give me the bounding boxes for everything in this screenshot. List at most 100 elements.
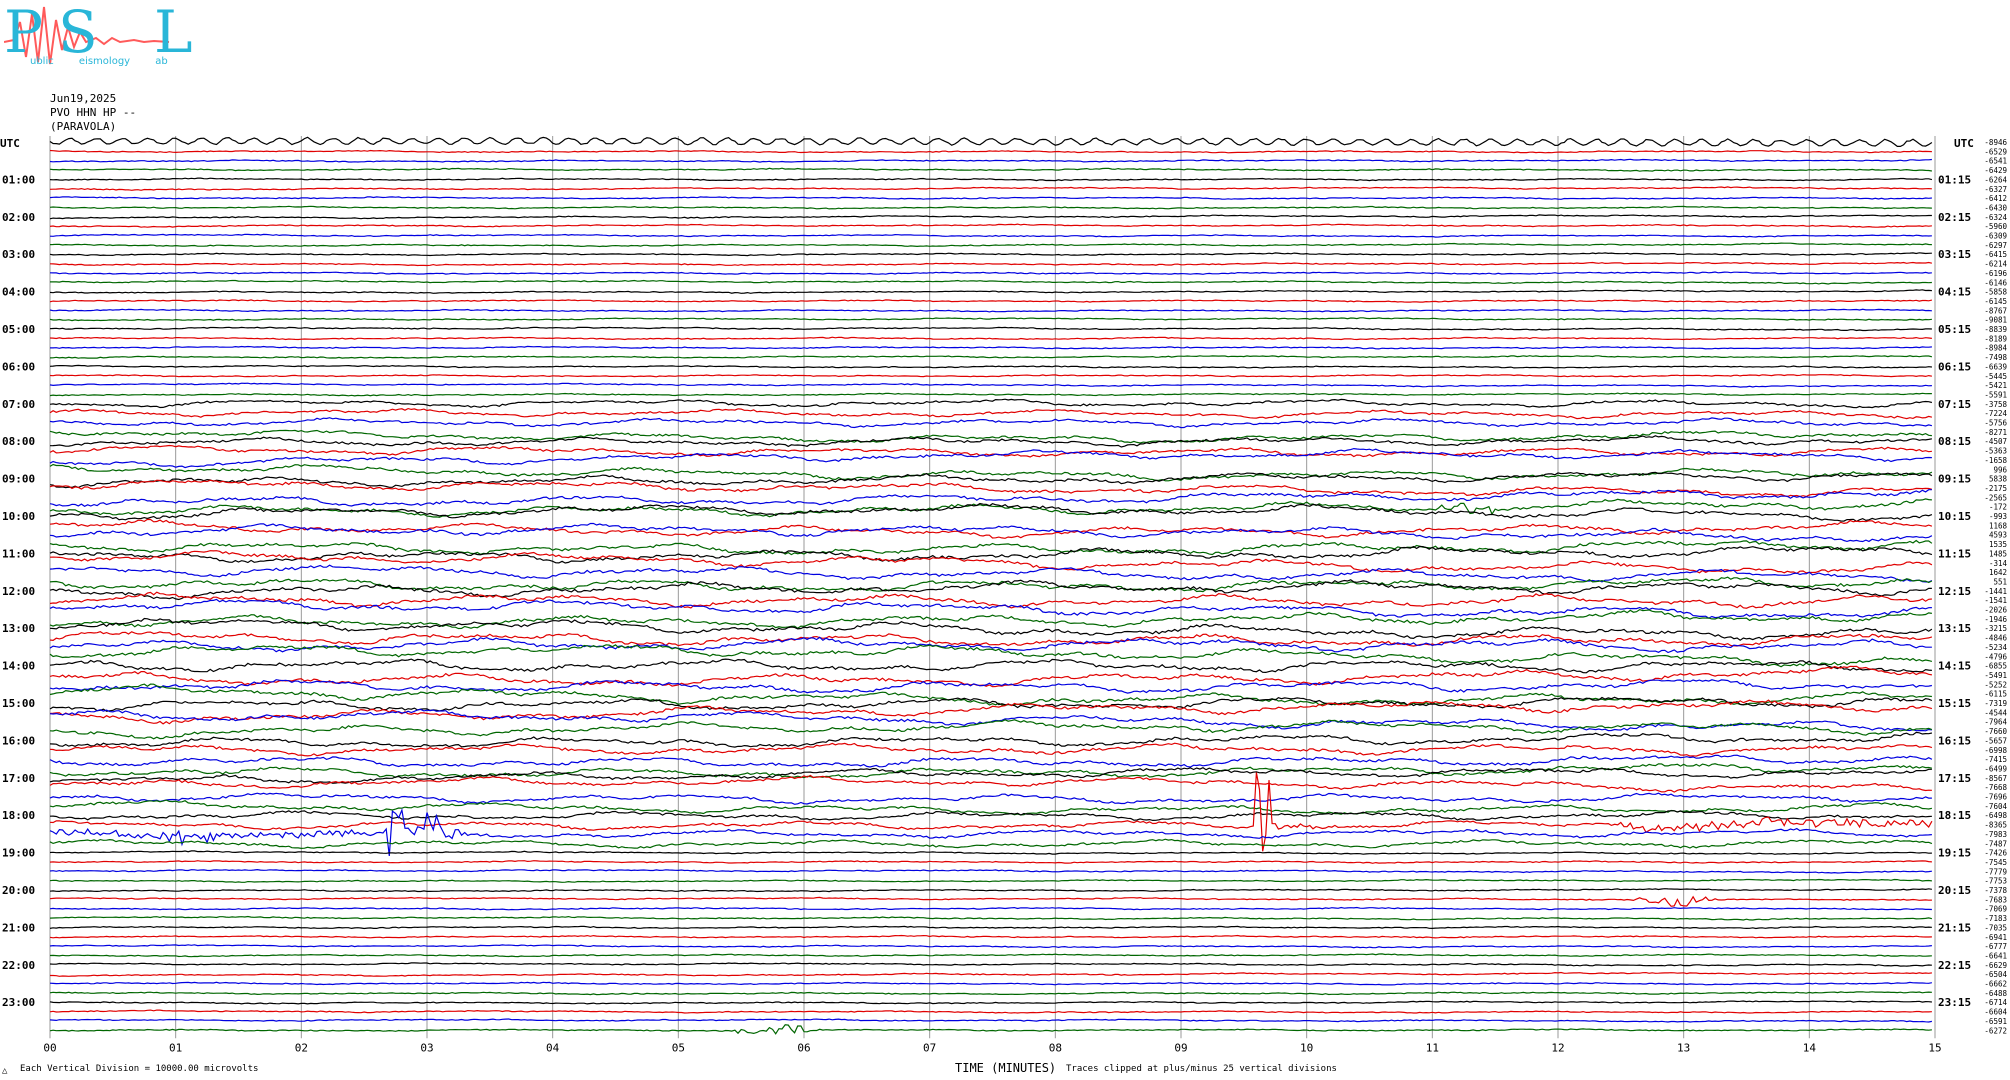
right-hour-label: 11:15 (1938, 547, 1971, 560)
trace-offset-label: -1541 (1984, 596, 2007, 605)
trace-offset-label: -8567 (1984, 774, 2007, 783)
clip-note: Traces clipped at plus/minus 25 vertical… (1066, 1064, 1337, 1074)
right-hour-label: 21:15 (1938, 921, 1971, 934)
trace-offset-label: -6429 (1984, 166, 2007, 175)
seismic-trace (49, 252, 1932, 257)
trace-offset-label: -5491 (1984, 671, 2007, 680)
seismic-trace (49, 991, 1932, 996)
seismic-trace (49, 807, 1932, 856)
seismic-trace (49, 906, 1932, 911)
trace-offset-label: -2026 (1984, 606, 2007, 615)
seismic-trace (49, 850, 1932, 855)
trace-offset-label: -5445 (1984, 372, 2007, 381)
trace-offset-label: -1946 (1984, 615, 2007, 624)
helicorder-plot: 01:00 02:00 03:00 04:00 05:00 06:00 07:00 08:00… (2, 136, 2008, 1054)
seismic-trace (49, 364, 1932, 369)
trace-offset-label: -6777 (1984, 942, 2007, 951)
right-hour-label: 15:15 (1938, 697, 1971, 710)
right-hour-label: 22:15 (1938, 959, 1971, 972)
trace-offset-label: -1658 (1984, 456, 2007, 465)
seismic-trace (49, 373, 1933, 378)
seismic-trace (49, 658, 1932, 674)
seismic-trace (49, 699, 1933, 725)
x-tick-label: 09 (1174, 1041, 1187, 1054)
trace-offset-label: -7183 (1984, 914, 2007, 923)
x-tick-label: 01 (169, 1041, 182, 1054)
trace-offset-label: -6196 (1984, 269, 2007, 278)
right-hour-label: 06:15 (1938, 360, 1971, 373)
seismic-trace (49, 522, 1933, 543)
seismic-trace (49, 289, 1932, 294)
left-hour-label: 02:00 (2, 211, 35, 224)
seismic-trace (49, 271, 1932, 275)
trace-offset-label: 5838 (1989, 475, 2008, 484)
trace-offset-label: -4846 (1984, 634, 2007, 643)
left-hour-label: 14:00 (2, 660, 35, 673)
seismic-trace (49, 550, 1933, 575)
seismic-trace (49, 205, 1932, 210)
trace-offset-label: -314 (1989, 559, 2008, 568)
seismic-trace (49, 944, 1932, 949)
x-tick-label: 05 (672, 1041, 685, 1054)
trace-offset-label: -7487 (1984, 839, 2007, 848)
left-hour-label: 05:00 (2, 323, 35, 336)
right-hour-label: 10:15 (1938, 510, 1971, 523)
seismic-trace (49, 167, 1932, 172)
left-hour-label: 15:00 (2, 697, 35, 710)
seismic-trace (49, 1024, 1932, 1035)
seismic-trace (49, 934, 1932, 939)
left-hour-label: 22:00 (2, 959, 35, 972)
x-tick-label: 06 (797, 1041, 810, 1054)
trace-offset-label: -6327 (1984, 185, 2007, 194)
x-tick-label: 14 (1803, 1041, 1817, 1054)
trace-offset-label: -6639 (1984, 362, 2007, 371)
seismic-trace (49, 708, 1932, 732)
trace-offset-label: -8189 (1984, 334, 2007, 343)
scale-note: Each Vertical Division = 10000.00 microv… (20, 1064, 259, 1074)
seismic-trace (49, 579, 1932, 601)
left-hour-label: 01:00 (2, 173, 35, 186)
trace-offset-label: -6591 (1984, 1017, 2007, 1026)
trace-offset-label: -6272 (1984, 1026, 2007, 1035)
trace-offset-label: -7964 (1984, 718, 2007, 727)
trace-offset-label: -7683 (1984, 895, 2007, 904)
trace-offset-label: -7224 (1984, 409, 2007, 418)
right-hour-label: 07:15 (1938, 398, 1971, 411)
trace-offset-label: 4593 (1989, 531, 2007, 540)
trace-offset-label: -6529 (1984, 147, 2007, 156)
trace-offset-label: -7498 (1984, 353, 2007, 362)
x-tick-label: 04 (546, 1041, 560, 1054)
trace-offset-label: -8271 (1984, 428, 2007, 437)
trace-offset-label: -2175 (1984, 484, 2007, 493)
seismic-trace (49, 792, 1932, 805)
trace-offset-label: -6499 (1984, 764, 2007, 773)
right-hour-label: 05:15 (1938, 323, 1971, 336)
trace-offset-label: 1535 (1989, 540, 2007, 549)
trace-offset-label: -6430 (1984, 203, 2007, 212)
trace-offset-label: -4507 (1984, 437, 2007, 446)
trace-offset-label: -5858 (1984, 288, 2007, 297)
right-hour-label: 02:15 (1938, 211, 1971, 224)
trace-offset-label: 1168 (1989, 521, 2008, 530)
trace-offset-label: -8984 (1984, 344, 2007, 353)
seismic-trace (49, 799, 1933, 816)
x-tick-label: 02 (295, 1041, 308, 1054)
seismic-trace (49, 242, 1932, 248)
trace-offset-label: -7660 (1984, 727, 2007, 736)
trace-offset-label: -5657 (1984, 736, 2007, 745)
seismic-trace (49, 299, 1933, 303)
trace-offset-label: -8946 (1984, 138, 2007, 147)
x-tick-label: 08 (1049, 1041, 1062, 1054)
trace-offset-label: -2565 (1984, 493, 2007, 502)
right-hour-label: 20:15 (1938, 884, 1971, 897)
seismic-trace (49, 223, 1932, 228)
trace-offset-label: -7604 (1984, 802, 2007, 811)
trace-offset-label: -7415 (1984, 755, 2007, 764)
right-hour-labels: 01:15 02:15 03:15 04:15 05:15 06:15 07:15 08:15… (1938, 173, 1971, 1009)
trace-offset-label: -5252 (1984, 680, 2007, 689)
right-hour-label: 09:15 (1938, 473, 1971, 486)
seismic-trace (49, 498, 1932, 518)
seismic-trace (49, 149, 1932, 154)
seismic-trace (49, 767, 1932, 784)
trace-offset-label: -7319 (1984, 699, 2007, 708)
